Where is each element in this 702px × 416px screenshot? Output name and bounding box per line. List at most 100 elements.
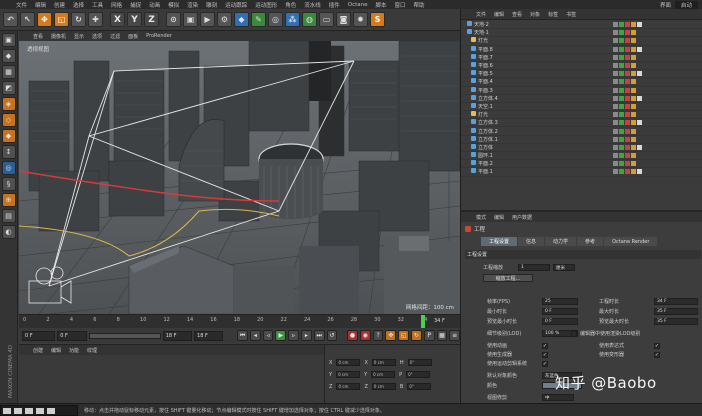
object-tag-icon[interactable] (613, 38, 618, 44)
loop-icon[interactable]: ↺ (326, 330, 338, 341)
project-scale-unit[interactable]: 厘米 (553, 264, 576, 271)
object-row[interactable]: 平面.1 (461, 168, 702, 177)
3d-viewport[interactable]: 查看 摄像机 显示 选项 过滤 面板 ProRender 透视视图 网格间距：1… (19, 31, 460, 314)
axis-z-button[interactable]: Z (144, 12, 159, 27)
texture-mode-icon[interactable]: ▦ (1, 65, 16, 79)
snap-icon[interactable]: § (1, 177, 16, 191)
floor-icon[interactable]: ▭ (319, 12, 334, 27)
object-tag-icon[interactable] (631, 128, 636, 134)
object-tag-icon[interactable] (619, 46, 624, 52)
object-row[interactable]: 平面.5 (461, 70, 702, 79)
viewport-menu-item[interactable]: ProRender (146, 33, 172, 39)
attribute-tab[interactable]: 工程设置 (481, 237, 518, 246)
array-icon[interactable]: ⁂ (285, 12, 300, 27)
object-row[interactable]: 平面.6 (461, 62, 702, 71)
object-row[interactable]: 立方体 (461, 143, 702, 152)
material-menu-item[interactable]: 功能 (69, 347, 79, 354)
scale-key-icon[interactable]: ◱ (398, 330, 409, 341)
render-view-icon[interactable]: ▣ (183, 12, 198, 27)
prev-frame-icon[interactable]: ◃ (262, 330, 274, 341)
object-tag-icon[interactable] (625, 112, 630, 118)
object-tag-icon[interactable] (613, 63, 618, 69)
axis-mode-icon[interactable]: ↕ (1, 145, 16, 159)
position-key-icon[interactable]: ✥ (385, 330, 397, 341)
object-tag-icon[interactable] (631, 63, 636, 69)
menu-item[interactable]: 运动跟踪 (225, 1, 247, 9)
object-tag-icon[interactable] (619, 87, 624, 93)
object-tag-icon[interactable] (625, 95, 630, 101)
object-tag-icon[interactable] (613, 103, 618, 109)
object-tag-icon[interactable] (625, 169, 630, 175)
object-tag-icon[interactable] (613, 46, 618, 52)
menu-item[interactable]: 运动图形 (255, 1, 277, 9)
object-tag-icon[interactable] (619, 30, 624, 36)
window-thumb-icon[interactable] (3, 407, 11, 414)
object-tag-icon[interactable] (631, 54, 636, 60)
menu-item[interactable]: 插件 (329, 1, 340, 9)
object-tag-icon[interactable] (619, 128, 624, 134)
object-tag-icon[interactable] (619, 71, 624, 77)
coordinate-field[interactable]: 0 cm (371, 383, 396, 390)
checkbox[interactable]: ✓ (542, 351, 548, 358)
last-tool-icon[interactable]: ✚ (88, 12, 103, 27)
object-tag-icon[interactable] (631, 153, 636, 159)
object-tag-icon[interactable] (619, 22, 624, 28)
object-row[interactable]: 立方体.4 (461, 94, 702, 103)
object-row[interactable]: 天空.1 (461, 102, 702, 112)
viewport-menu-item[interactable]: 选项 (92, 33, 102, 40)
menu-item[interactable]: 窗口 (395, 1, 406, 9)
object-tag-icon[interactable] (631, 161, 636, 167)
object-tag-icon[interactable] (619, 120, 624, 126)
menu-item[interactable]: 角色 (285, 1, 296, 9)
object-tag-icon[interactable] (613, 161, 618, 167)
undo-icon[interactable]: ↶ (3, 12, 18, 27)
object-tag-icon[interactable] (631, 136, 636, 142)
viewport-menu-item[interactable]: 查看 (33, 33, 43, 40)
menu-item[interactable]: 网格 (111, 1, 122, 9)
object-tag-icon[interactable] (613, 136, 618, 142)
pla-key-icon[interactable]: ▦ (436, 330, 448, 341)
coordinate-field[interactable]: 0 cm (336, 359, 361, 366)
object-tag-icon[interactable] (613, 87, 618, 93)
attribute-field[interactable]: 34 F (654, 298, 698, 305)
object-tag-icon[interactable] (625, 63, 630, 69)
material-menu-item[interactable]: 纹理 (87, 347, 97, 354)
object-tag-icon[interactable] (625, 161, 630, 167)
object-tag-icon[interactable] (637, 46, 642, 52)
menu-item[interactable]: 文件 (16, 1, 27, 9)
object-tag-icon[interactable] (619, 79, 624, 85)
menu-item[interactable]: 脚本 (376, 1, 387, 9)
menu-item[interactable]: 渲染 (187, 1, 198, 9)
project-scale-field[interactable]: 1 (518, 264, 551, 271)
scale-project-button[interactable]: 缩放工程... (483, 274, 533, 282)
object-tag-icon[interactable] (631, 30, 636, 36)
viewport-menu-item[interactable]: 面板 (128, 33, 138, 40)
object-menu-item[interactable]: 书签 (566, 11, 576, 18)
coordinate-field[interactable]: 0° (407, 383, 432, 390)
range-slider[interactable] (88, 332, 161, 339)
workplane-icon[interactable]: ◩ (1, 81, 16, 95)
coordinate-field[interactable]: 0° (406, 371, 431, 378)
object-tag-icon[interactable] (631, 112, 636, 118)
layout-value[interactable]: 启动 (674, 0, 698, 9)
object-tag-icon[interactable] (613, 71, 618, 77)
window-thumb-icon[interactable] (36, 407, 44, 414)
attribute-tab[interactable]: 动力学 (545, 237, 577, 246)
window-thumb-icon[interactable] (47, 407, 55, 414)
window-thumb-icon[interactable] (14, 407, 22, 414)
object-menu-item[interactable]: 文件 (476, 11, 486, 18)
object-menu-item[interactable]: 查看 (512, 11, 522, 18)
material-menu-item[interactable]: 创建 (33, 347, 43, 354)
object-menu-item[interactable]: 编辑 (494, 11, 504, 18)
locked-workplane-icon[interactable]: ▤ (1, 209, 16, 223)
material-menu-item[interactable]: 编辑 (51, 347, 61, 354)
preview-start-field[interactable]: 0 F (57, 330, 87, 341)
object-tag-icon[interactable] (613, 169, 618, 175)
points-mode-icon[interactable]: ◈ (1, 97, 16, 111)
keyframe-selection-icon[interactable]: ? (372, 330, 384, 341)
object-tag-icon[interactable] (625, 103, 630, 109)
model-mode-icon[interactable]: ◆ (1, 49, 16, 63)
object-tag-icon[interactable] (613, 30, 618, 36)
menu-item[interactable]: 选择 (73, 1, 84, 9)
object-row[interactable]: 平面.4 (461, 78, 702, 87)
